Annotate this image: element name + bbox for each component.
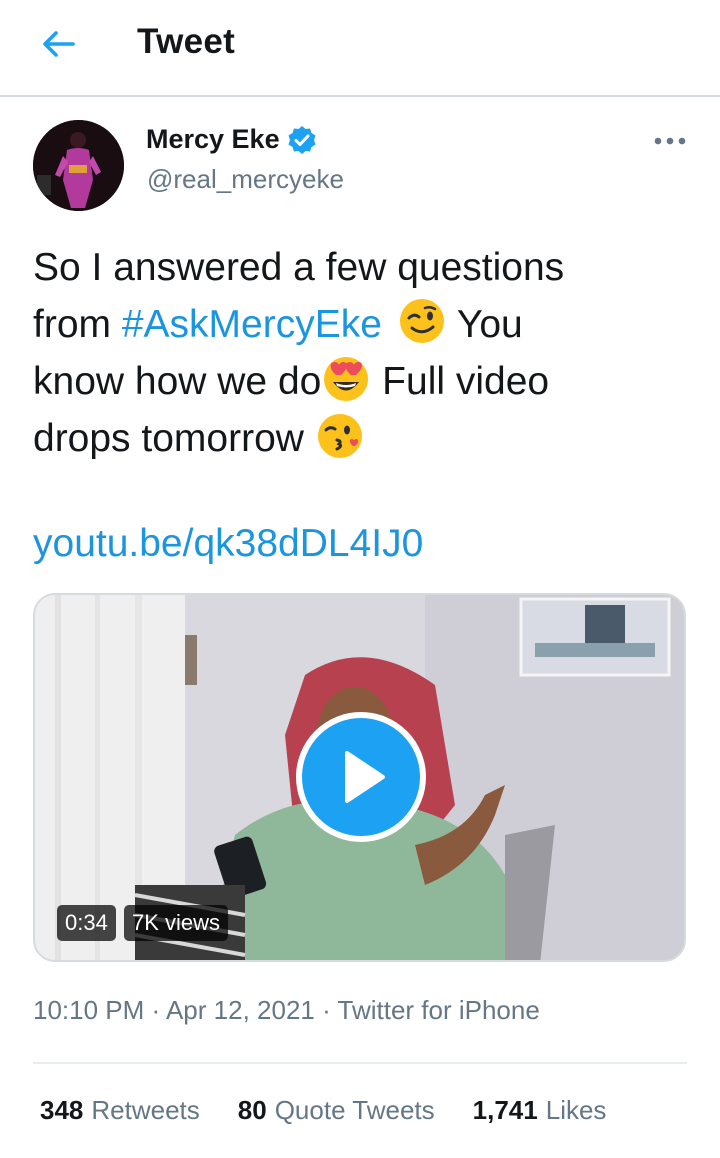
tweet-line: drops tomorrow	[33, 410, 693, 467]
video-duration-badge: 0:34	[57, 905, 116, 941]
tweet-text-fragment: You	[446, 303, 523, 346]
likes-stat[interactable]: 1,741 Likes	[473, 1095, 607, 1126]
author-name[interactable]: Mercy Eke	[146, 124, 280, 155]
tweet-text: So I answered a few questions from #AskM…	[33, 240, 693, 467]
play-button[interactable]	[296, 712, 426, 842]
quote-tweets-label: Quote Tweets	[274, 1095, 435, 1125]
retweets-stat[interactable]: 348 Retweets	[40, 1095, 200, 1126]
tweet-text-fragment: from	[33, 303, 122, 346]
page-title: Tweet	[137, 22, 236, 61]
tweet-line: from #AskMercyEke You	[33, 296, 693, 353]
tweet-line: So I answered a few questions	[33, 246, 565, 289]
tweet-text-fragment: Full video	[371, 360, 550, 403]
kissing-face-icon	[317, 414, 362, 458]
divider	[33, 1062, 687, 1064]
video-player[interactable]: 0:34 7K views	[33, 593, 686, 962]
tweet-text-fragment: know how we do	[33, 360, 322, 403]
play-icon	[345, 751, 385, 803]
meta-separator: ·	[314, 995, 338, 1025]
tweet-text-fragment: drops tomorrow	[33, 417, 315, 460]
verified-badge-icon	[287, 125, 317, 155]
youtube-link[interactable]: youtu.be/qk38dDL4IJ0	[33, 522, 423, 565]
author-name-row[interactable]: Mercy Eke	[146, 124, 317, 155]
tweet-line: know how we do Full video	[33, 353, 693, 410]
arrow-left-icon	[43, 31, 75, 57]
avatar[interactable]	[33, 120, 124, 211]
back-button[interactable]	[36, 24, 80, 64]
retweets-label: Retweets	[91, 1095, 200, 1125]
heart-eyes-face-icon	[324, 357, 369, 401]
quote-tweets-stat[interactable]: 80 Quote Tweets	[238, 1095, 435, 1126]
author-handle[interactable]: @real_mercyeke	[147, 164, 344, 195]
engagement-stats: 348 Retweets 80 Quote Tweets 1,741 Likes	[40, 1095, 644, 1126]
tweet-time[interactable]: 10:10 PM	[33, 995, 144, 1025]
tweet-source[interactable]: Twitter for iPhone	[338, 995, 540, 1025]
quote-tweets-count: 80	[237, 1095, 267, 1125]
app-header: Tweet	[0, 0, 720, 97]
likes-count: 1,741	[472, 1095, 538, 1125]
video-views-badge: 7K views	[124, 905, 229, 941]
tweet-metadata: 10:10 PM · Apr 12, 2021 · Twitter for iP…	[33, 995, 540, 1026]
more-dots-icon	[654, 137, 686, 145]
winking-face-icon	[399, 299, 444, 343]
meta-separator: ·	[144, 995, 166, 1025]
more-options-button[interactable]	[650, 126, 690, 156]
tweet-date[interactable]: Apr 12, 2021	[166, 995, 315, 1025]
avatar-photo	[33, 120, 124, 211]
retweets-count: 348	[40, 1095, 84, 1125]
hashtag-link[interactable]: #AskMercyEke	[122, 303, 382, 346]
tweet-link-container: youtu.be/qk38dDL4IJ0	[33, 516, 423, 572]
likes-label: Likes	[545, 1095, 607, 1125]
